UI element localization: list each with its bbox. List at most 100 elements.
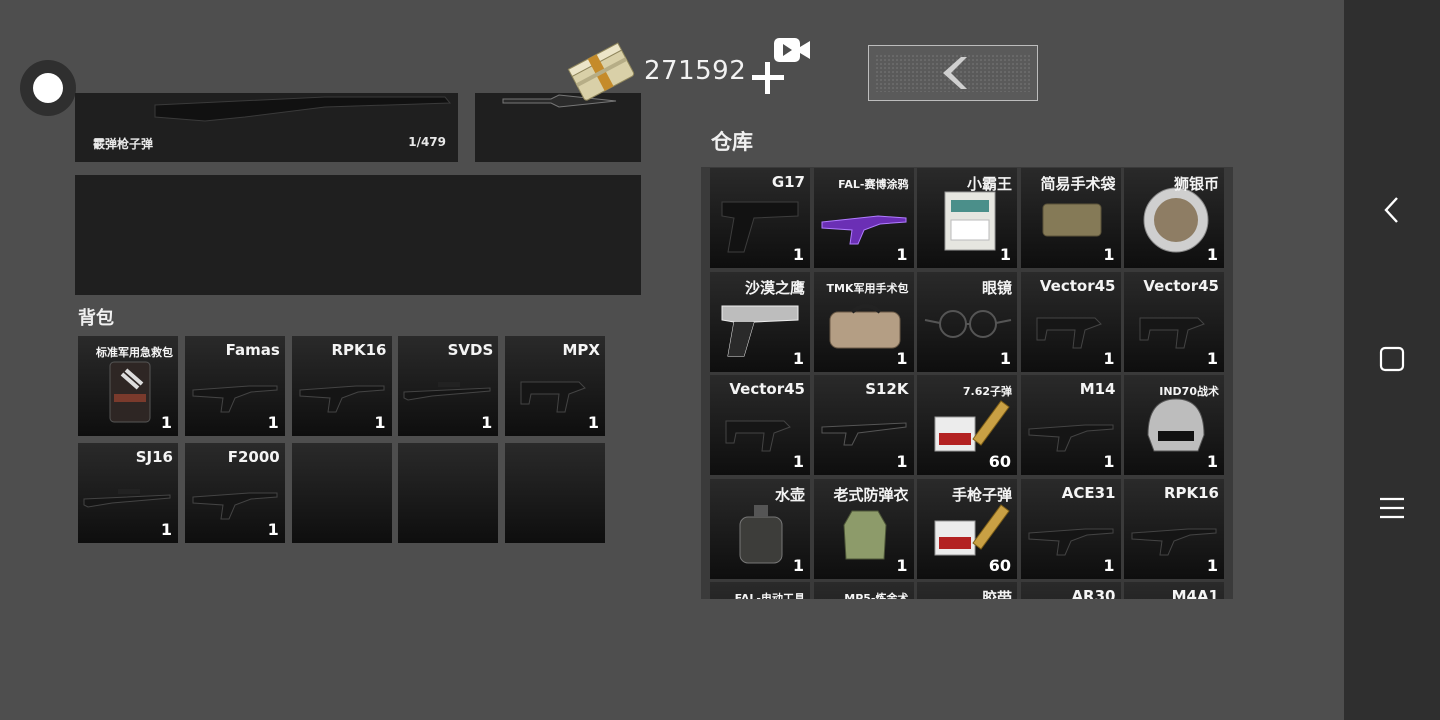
item-quantity: 1: [1206, 348, 1218, 368]
item-name: 手枪子弹: [951, 485, 1012, 504]
backpack-title: 背包: [78, 308, 114, 329]
backpack-item-slot[interactable]: SJ16 1: [78, 443, 178, 543]
warehouse-item-slot[interactable]: G17 1: [710, 168, 810, 268]
item-quantity: 1: [587, 413, 599, 432]
item-quantity: 1: [1103, 348, 1115, 368]
warehouse-item-slot[interactable]: M4A1: [1124, 582, 1224, 599]
item-name: F2000: [227, 448, 280, 466]
item-name: 眼镜: [981, 278, 1012, 297]
money-stack-icon: [567, 42, 635, 101]
backpack-item-slot[interactable]: RPK16 1: [291, 336, 392, 436]
warehouse-item-slot[interactable]: 小霸王 1: [917, 168, 1017, 268]
warehouse-title: 仓库: [711, 130, 753, 154]
item-quantity: 1: [999, 245, 1011, 264]
item-name: 标准军用急救包: [96, 346, 173, 359]
shotgun-icon: [154, 96, 452, 122]
item-quantity: 1: [481, 413, 493, 432]
item-quantity: 60: [988, 555, 1011, 575]
warehouse-item-slot[interactable]: 简易手术袋 1: [1020, 168, 1121, 268]
item-name: M14: [1079, 380, 1116, 398]
warehouse-item-slot[interactable]: IND70战术 1: [1124, 375, 1224, 475]
equipped-empty-slot[interactable]: [75, 175, 641, 295]
warehouse-item-slot[interactable]: MP5-炼金术: [813, 582, 914, 599]
item-name: FAL-电动工具: [734, 592, 805, 599]
warehouse-item-slot[interactable]: 水壶 1: [710, 478, 810, 579]
item-quantity: 1: [792, 348, 804, 368]
back-button[interactable]: [868, 45, 1038, 101]
video-ad-icon[interactable]: [772, 35, 812, 65]
warehouse-item-slot[interactable]: ACE31 1: [1020, 478, 1121, 579]
item-name: 7.62子弹: [962, 385, 1012, 398]
nav-menu-button[interactable]: [1344, 478, 1440, 538]
record-button[interactable]: [20, 60, 76, 116]
equipped-ammo-count: 1/479: [408, 135, 446, 149]
backpack-item-slot[interactable]: [398, 443, 499, 543]
warehouse-item-slot[interactable]: 沙漠之鹰 1: [710, 271, 810, 372]
item-name: S12K: [865, 380, 909, 398]
backpack-item-slot[interactable]: [291, 443, 392, 543]
item-name: Famas: [225, 341, 280, 359]
warehouse-item-slot[interactable]: FAL-赛博涂鸦 1: [813, 168, 914, 268]
warehouse-item-slot[interactable]: AR30: [1020, 582, 1121, 599]
item-quantity: 1: [160, 520, 172, 539]
item-name: 简易手术袋: [1040, 175, 1116, 193]
item-name: MPX: [562, 341, 601, 359]
warehouse-item-slot[interactable]: Vector45 1: [1020, 271, 1121, 372]
item-quantity: 1: [896, 348, 908, 368]
item-quantity: 1: [896, 245, 908, 264]
warehouse-item-slot[interactable]: 胶带: [917, 582, 1017, 599]
warehouse-item-slot[interactable]: 眼镜 1: [917, 271, 1017, 372]
item-name: IND70战术: [1159, 385, 1219, 398]
item-quantity: 1: [1103, 245, 1115, 264]
backpack-item-slot[interactable]: SVDS 1: [398, 336, 499, 436]
system-nav-bar: [1344, 0, 1440, 720]
warehouse-item-slot[interactable]: S12K 1: [813, 375, 914, 475]
item-quantity: 1: [999, 348, 1011, 368]
item-name: 水壶: [774, 485, 805, 504]
item-quantity: 1: [792, 245, 804, 264]
backpack-item-slot[interactable]: 标准军用急救包 1: [78, 336, 178, 436]
item-quantity: 1: [1206, 245, 1218, 264]
item-quantity: 1: [160, 413, 172, 432]
item-name: SVDS: [447, 341, 494, 359]
backpack-item-slot[interactable]: Famas 1: [184, 336, 285, 436]
backpack-item-slot[interactable]: MPX 1: [505, 336, 605, 436]
item-name: 老式防弹衣: [833, 485, 909, 504]
item-quantity: 1: [792, 555, 804, 575]
item-name: Vector45: [1143, 276, 1219, 295]
item-name: MP5-炼金术: [844, 592, 909, 599]
item-name: 沙漠之鹰: [744, 278, 805, 297]
item-name: Vector45: [729, 380, 805, 398]
warehouse-item-slot[interactable]: M14 1: [1020, 375, 1121, 475]
warehouse-item-slot[interactable]: RPK16 1: [1124, 478, 1224, 579]
item-quantity: 1: [267, 520, 279, 539]
warehouse-item-slot[interactable]: Vector45 1: [1124, 271, 1224, 372]
warehouse-item-slot[interactable]: FAL-电动工具: [710, 582, 810, 599]
item-name: 胶带: [981, 589, 1012, 599]
nav-menu-icon: [1380, 497, 1404, 519]
nav-home-button[interactable]: [1344, 329, 1440, 389]
item-name: 狮银币: [1173, 175, 1219, 193]
warehouse-item-slot[interactable]: 手枪子弹 60: [917, 478, 1017, 579]
item-quantity: 1: [896, 555, 908, 575]
warehouse-item-slot[interactable]: 7.62子弹 60: [917, 375, 1017, 475]
nav-back-icon: [1384, 197, 1398, 223]
item-name: ACE31: [1061, 483, 1116, 502]
warehouse-item-slot[interactable]: 老式防弹衣 1: [813, 478, 914, 579]
backpack-item-slot[interactable]: F2000 1: [184, 443, 285, 543]
item-quantity: 1: [1103, 555, 1115, 575]
item-name: RPK16: [331, 341, 387, 359]
warehouse-item-slot[interactable]: Vector45 1: [710, 375, 810, 475]
backpack-item-slot[interactable]: [505, 443, 605, 543]
item-quantity: 60: [988, 452, 1011, 471]
warehouse-item-slot[interactable]: 狮银币 1: [1124, 168, 1224, 268]
warehouse-item-slot[interactable]: TMK军用手术包 1: [813, 271, 914, 372]
item-name: RPK16: [1163, 483, 1219, 502]
currency-amount: 271592: [644, 56, 747, 86]
item-name: SJ16: [135, 448, 173, 466]
nav-back-button[interactable]: [1344, 180, 1440, 240]
item-name: AR30: [1071, 587, 1116, 599]
nav-home-icon: [1379, 346, 1405, 372]
equipped-shotgun-slot[interactable]: 霰弹枪子弹 1/479: [75, 93, 458, 162]
warehouse-grid[interactable]: G17 1 FAL-赛博涂鸦 1 小霸王 1 简易手术袋 1 狮银币 1 沙漠之鹰 1 TMK军用手术包…: [701, 167, 1233, 599]
